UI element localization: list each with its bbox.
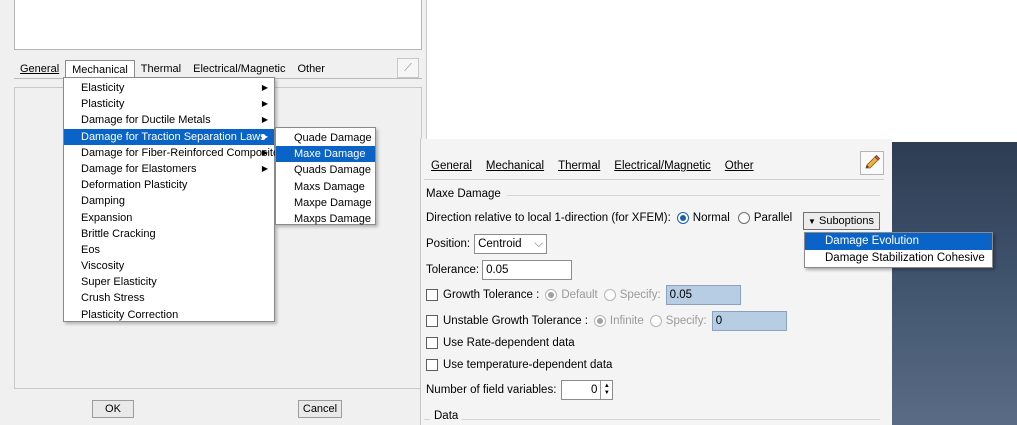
menu-item-damage-fiber[interactable]: Damage for Fiber-Reinforced Composites ▶	[64, 145, 285, 161]
menu-item-brittle-cracking[interactable]: Brittle Cracking	[64, 226, 274, 242]
menu-item-damage-traction[interactable]: Damage for Traction Separation Laws ▶	[64, 128, 274, 145]
tolerance-label: Tolerance:	[426, 264, 480, 276]
rate-dependent-label: Use Rate-dependent data	[443, 337, 575, 349]
tab-thermal[interactable]: Thermal	[551, 157, 607, 175]
field-variables-row: Number of field variables: 0 ▲ ▼	[426, 380, 614, 400]
dropdown-arrow-icon: ▼	[808, 217, 816, 226]
menu-item-viscosity[interactable]: Viscosity	[64, 258, 274, 274]
tab-other[interactable]: Other	[291, 60, 331, 78]
data-group-line	[424, 419, 880, 420]
temperature-dependent-checkbox[interactable]	[426, 359, 438, 371]
menu-item-deformation-plasticity[interactable]: Deformation Plasticity	[64, 177, 274, 193]
menu-item-maxs-damage[interactable]: Maxs Damage	[276, 179, 375, 195]
mechanical-menu: Elasticity ▶ Plasticity ▶ Damage for Ducti…	[63, 77, 285, 323]
tab-thermal[interactable]: Thermal	[135, 60, 187, 78]
field-variables-label: Number of field variables:	[426, 384, 557, 396]
radio-unstable-infinite[interactable]	[593, 315, 606, 327]
radio-normal-label: Normal	[692, 212, 730, 224]
rate-dependent-checkbox[interactable]	[426, 337, 438, 349]
direction-row: Direction relative to local 1-direction …	[426, 212, 792, 224]
rate-dependent-row: Use Rate-dependent data	[426, 337, 575, 349]
tab-electrical-magnetic[interactable]: Electrical/Magnetic	[187, 60, 291, 78]
radio-parallel[interactable]	[737, 212, 750, 224]
edit-button[interactable]	[860, 151, 884, 175]
tolerance-input[interactable]: 0.05	[482, 260, 573, 280]
menu-item-maxe-damage[interactable]: Maxe Damage	[276, 146, 375, 163]
unstable-growth-row: Unstable Growth Tolerance : Infinite Spe…	[426, 311, 787, 331]
menu-item-plasticity-correction[interactable]: Plasticity Correction	[64, 307, 274, 323]
menu-item-damage-ductile[interactable]: Damage for Ductile Metals ▶	[64, 112, 274, 128]
submenu-arrow-icon: ▶	[261, 131, 268, 141]
tab-mechanical[interactable]: Mechanical	[65, 60, 135, 78]
menu-item-super-elasticity[interactable]: Super Elasticity	[64, 274, 274, 290]
unstable-growth-checkbox[interactable]	[426, 315, 438, 327]
temperature-dependent-label: Use temperature-dependent data	[443, 359, 613, 371]
material-description-box[interactable]	[14, 0, 422, 50]
submenu-arrow-icon: ▶	[261, 115, 268, 125]
group-frame-line	[486, 195, 880, 196]
growth-tolerance-label: Growth Tolerance :	[443, 289, 540, 301]
position-row: Position: Centroid ⌵	[426, 234, 548, 254]
menu-item-damage-elastomers[interactable]: Damage for Elastomers ▶	[64, 161, 274, 177]
viewport-background	[892, 142, 1017, 425]
group-title: Maxe Damage	[426, 188, 507, 200]
radio-growth-specify[interactable]	[603, 289, 616, 301]
tab-general[interactable]: General	[14, 60, 65, 78]
right-menubar: General Mechanical Thermal Electrical/Ma…	[424, 157, 761, 175]
unstable-growth-label: Unstable Growth Tolerance :	[443, 315, 588, 327]
tab-other[interactable]: Other	[718, 157, 761, 175]
menu-item-damping[interactable]: Damping	[64, 193, 274, 209]
tolerance-row: Tolerance: 0.05	[426, 260, 573, 280]
submenu-arrow-icon: ▶	[261, 163, 268, 173]
menu-item-plasticity[interactable]: Plasticity ▶	[64, 96, 274, 112]
submenu-arrow-icon: ▶	[261, 99, 268, 109]
growth-tolerance-row: Growth Tolerance : Default Specify: 0.05	[426, 285, 741, 305]
divider	[424, 179, 884, 180]
menu-item-quads-damage[interactable]: Quads Damage	[276, 162, 375, 178]
radio-normal[interactable]	[676, 212, 689, 224]
menu-item-crush-stress[interactable]: Crush Stress	[64, 290, 274, 306]
cancel-button[interactable]: Cancel	[298, 400, 342, 418]
radio-unstable-specify-label: Specify:	[665, 315, 707, 327]
position-select[interactable]: Centroid ⌵	[474, 234, 548, 254]
radio-parallel-label: Parallel	[753, 212, 793, 224]
radio-growth-default[interactable]	[545, 289, 558, 301]
submenu-arrow-icon: ▶	[261, 147, 268, 157]
menu-item-expansion[interactable]: Expansion	[64, 210, 274, 226]
menu-item-maxpe-damage[interactable]: Maxpe Damage	[276, 195, 375, 211]
radio-unstable-specify[interactable]	[649, 315, 662, 327]
suboption-damage-evolution[interactable]: Damage Evolution	[805, 233, 992, 250]
submenu-arrow-icon: ▶	[261, 83, 268, 92]
field-variables-spinner[interactable]: 0 ▲ ▼	[561, 380, 614, 400]
tab-mechanical[interactable]: Mechanical	[479, 157, 551, 175]
ok-button[interactable]: OK	[92, 400, 134, 418]
traction-separation-submenu: Quade Damage Maxe Damage Quads Damage Ma…	[275, 127, 376, 225]
data-group-title: Data	[430, 410, 463, 422]
spinner-arrows-icon[interactable]: ▲ ▼	[600, 381, 612, 399]
radio-unstable-infinite-label: Infinite	[609, 315, 644, 327]
menu-item-quade-damage[interactable]: Quade Damage	[276, 130, 375, 146]
pin-icon[interactable]: ⟋	[397, 58, 419, 78]
suboptions-button[interactable]: ▼ Suboptions	[803, 212, 880, 230]
pencil-icon	[865, 154, 881, 169]
unstable-growth-input[interactable]: 0	[711, 311, 787, 331]
temperature-dependent-row: Use temperature-dependent data	[426, 359, 612, 371]
radio-growth-default-label: Default	[561, 289, 598, 301]
suboption-damage-stabilization[interactable]: Damage Stabilization Cohesive	[805, 250, 992, 267]
growth-tolerance-input[interactable]: 0.05	[665, 285, 741, 305]
suboptions-dropdown: Damage Evolution Damage Stabilization Co…	[804, 232, 993, 268]
growth-tolerance-checkbox[interactable]	[426, 289, 438, 301]
tab-electrical-magnetic[interactable]: Electrical/Magnetic	[607, 157, 718, 175]
tab-general[interactable]: General	[424, 157, 479, 175]
position-label: Position:	[426, 238, 471, 250]
chevron-down-icon: ⌵	[534, 238, 544, 250]
direction-label: Direction relative to local 1-direction …	[426, 212, 671, 224]
menu-item-maxps-damage[interactable]: Maxps Damage	[276, 211, 375, 227]
menu-item-elasticity[interactable]: Elasticity ▶	[64, 80, 274, 96]
radio-growth-specify-label: Specify:	[619, 289, 661, 301]
left-menubar: General Mechanical Thermal Electrical/Ma…	[14, 60, 331, 78]
menu-item-eos[interactable]: Eos	[64, 242, 274, 258]
